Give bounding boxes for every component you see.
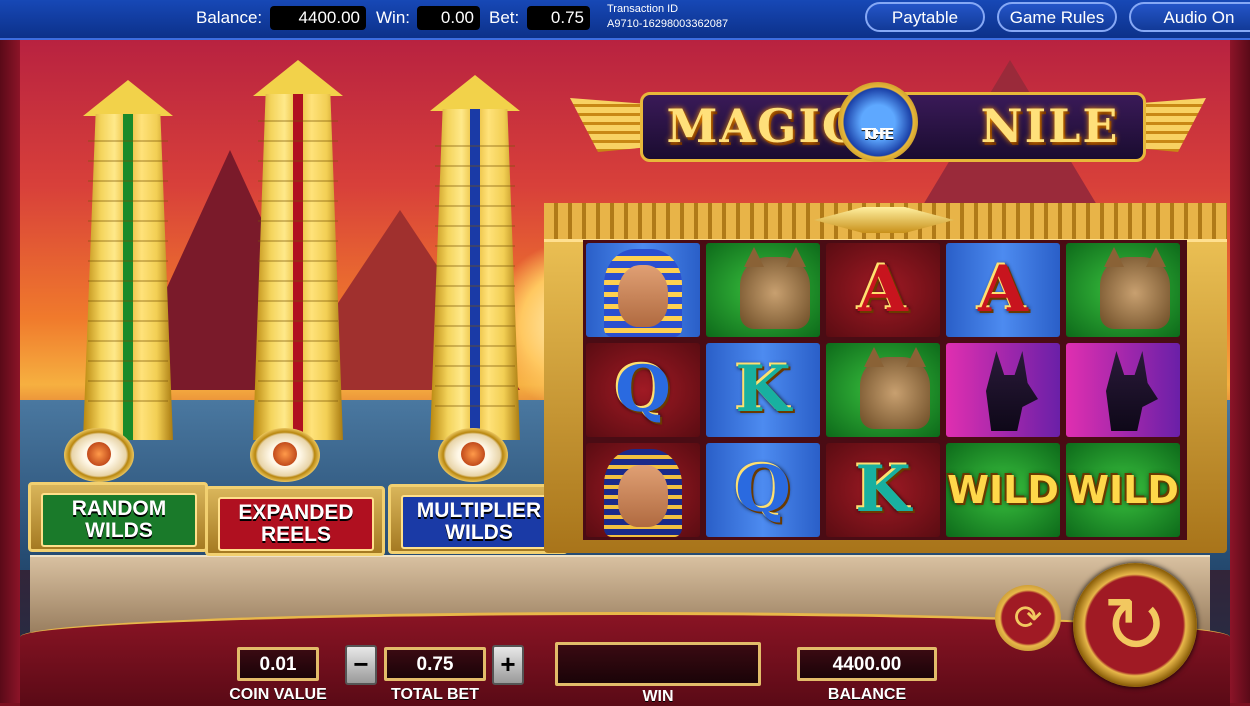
decrease-bet-button[interactable]: −	[345, 645, 377, 685]
reel-symbol-cat	[1066, 243, 1180, 337]
reel-symbol-q: Q	[706, 443, 820, 537]
reel-symbol-k: K	[706, 343, 820, 437]
pharaoh-icon	[618, 265, 668, 327]
frame-right	[1230, 40, 1250, 703]
increase-bet-button[interactable]: +	[492, 645, 524, 685]
paytable-button[interactable]: Paytable	[865, 2, 985, 32]
balance-field-label: BALANCE	[827, 686, 907, 703]
win-field	[555, 642, 761, 686]
reel-symbol-wild: WILD	[946, 443, 1060, 537]
logo-medallion: OF THE	[838, 82, 918, 162]
hieroglyphs	[88, 140, 168, 420]
coin-value-label: COIN VALUE	[229, 686, 327, 703]
obelisk-tip	[253, 60, 343, 96]
reel-symbol-cat	[826, 343, 940, 437]
winged-sun-emblem	[814, 207, 954, 233]
symbol-letter: Q	[615, 352, 671, 427]
transaction-info: Transaction ID A9710-16298003362087	[607, 2, 728, 32]
reel-symbol-cat	[706, 243, 820, 337]
total-bet-field: 0.75	[384, 647, 486, 681]
feature-label: EXPANDED REELS	[218, 497, 374, 551]
anubis-icon	[986, 351, 1038, 431]
reel-symbol-cleopatra	[586, 443, 700, 537]
autoplay-button[interactable]: ⟳	[995, 585, 1061, 651]
reel-symbol-pharaoh	[586, 243, 700, 337]
cat-icon	[1100, 247, 1170, 329]
symbol-letter: K	[735, 352, 791, 427]
top-bar: Balance: 4400.00 Win: 0.00 Bet: 0.75 Tra…	[0, 0, 1250, 40]
symbol-letter: K	[855, 452, 911, 527]
feature-multiplier-wilds: MULTIPLIER WILDS	[388, 484, 568, 554]
reel-symbol-anubis	[1066, 343, 1180, 437]
obelisk-tip	[83, 80, 173, 116]
cat-icon	[740, 247, 810, 329]
obelisk-multiplier-wilds	[430, 75, 520, 440]
win-label: Win:	[376, 8, 410, 27]
balance-label: Balance:	[196, 8, 263, 27]
win-field-label: WIN	[642, 688, 674, 705]
frame-left	[0, 40, 20, 703]
win-value: 0.00	[417, 6, 480, 30]
cat-icon	[860, 347, 930, 429]
hieroglyphs	[258, 120, 338, 420]
transaction-label: Transaction ID	[607, 3, 679, 15]
cleopatra-icon	[618, 465, 668, 527]
reel-symbol-k: K	[826, 443, 940, 537]
bet-label: Bet:	[489, 8, 520, 27]
symbol-letter: A	[978, 252, 1028, 327]
reel-top-border	[544, 203, 1227, 242]
balance-value: 4400.00	[270, 6, 366, 30]
autoplay-icon: ⟳	[1013, 599, 1043, 637]
anubis-icon	[1106, 351, 1158, 431]
spin-button[interactable]: ↻	[1073, 563, 1197, 687]
scarab-icon	[438, 428, 508, 482]
reel-symbol-a: A	[826, 243, 940, 337]
feature-expanded-reels: EXPANDED REELS	[205, 486, 385, 556]
game-logo: MAGIC NILE OF THE	[570, 80, 1206, 180]
feature-label: MULTIPLIER WILDS	[401, 495, 557, 549]
reel-symbol-anubis	[946, 343, 1060, 437]
transaction-id: A9710-16298003362087	[607, 18, 729, 30]
obelisk-random-wilds	[83, 80, 173, 440]
obelisk-tip	[430, 75, 520, 111]
coin-value-field[interactable]: 0.01	[237, 647, 319, 681]
scarab-icon	[250, 428, 320, 482]
bet-value: 0.75	[527, 6, 590, 30]
total-bet-label: TOTAL BET	[391, 686, 479, 703]
reel-symbol-q: Q	[586, 343, 700, 437]
reel-area: Q K Q A K A WILD WILD	[583, 240, 1187, 540]
scarab-icon	[64, 428, 134, 482]
feature-label: RANDOM WILDS	[41, 493, 197, 547]
spin-icon: ↻	[1102, 581, 1168, 669]
reel-symbol-wild: WILD	[1066, 443, 1180, 537]
audio-toggle-button[interactable]: Audio On	[1129, 2, 1250, 32]
wild-symbol-text: WILD	[947, 468, 1059, 512]
game-rules-button[interactable]: Game Rules	[997, 2, 1117, 32]
wild-symbol-text: WILD	[1067, 468, 1179, 512]
balance-field: 4400.00	[797, 647, 937, 681]
feature-random-wilds: RANDOM WILDS	[28, 482, 208, 552]
reel-symbol-a: A	[946, 243, 1060, 337]
symbol-letter: Q	[735, 452, 791, 527]
symbol-letter: A	[858, 252, 908, 327]
hieroglyphs	[435, 135, 515, 425]
obelisk-expanded-reels	[253, 60, 343, 440]
